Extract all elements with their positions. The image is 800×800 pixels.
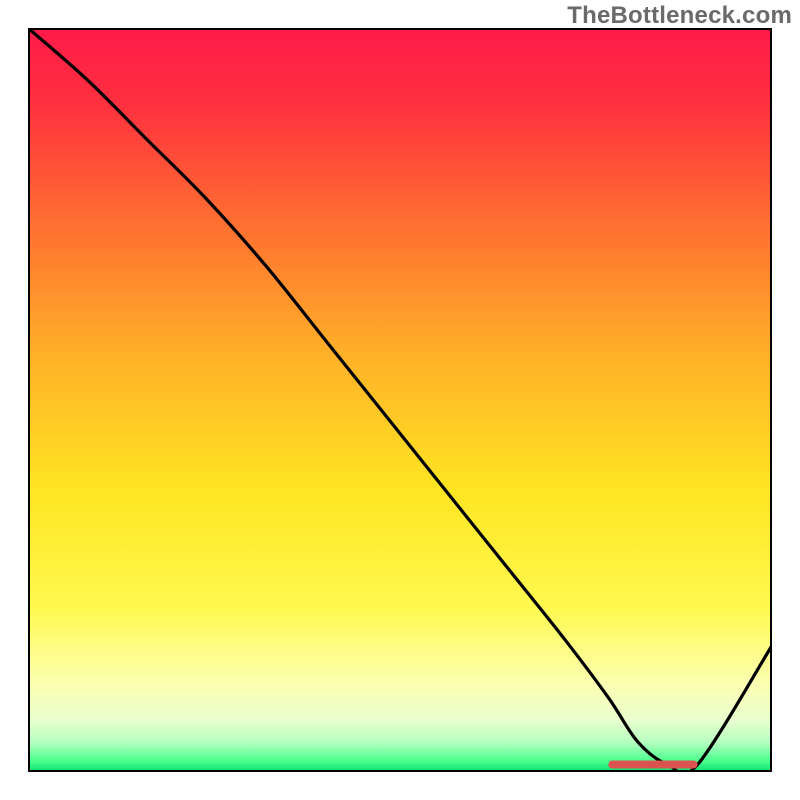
chart-stage: TheBottleneck.com xyxy=(0,0,800,800)
gradient-background xyxy=(28,28,772,772)
chart-svg xyxy=(28,28,772,772)
optimal-band-marker xyxy=(608,761,697,769)
plot-area xyxy=(28,28,772,772)
watermark-label: TheBottleneck.com xyxy=(567,2,792,30)
